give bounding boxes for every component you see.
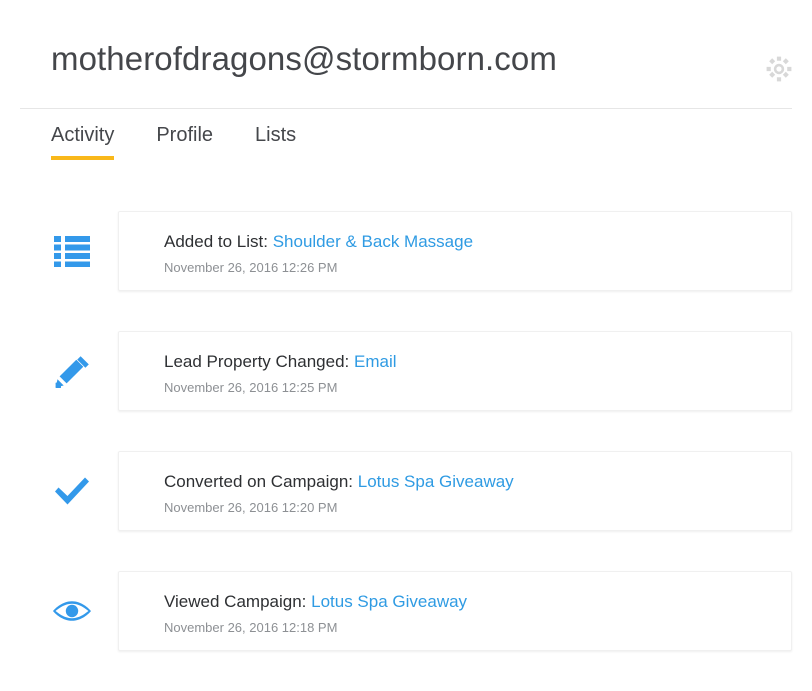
eye-icon: [48, 571, 96, 651]
activity-row: Converted on Campaign: Lotus Spa Giveawa…: [0, 451, 812, 531]
activity-label: Viewed Campaign:: [164, 592, 307, 611]
activity-card[interactable]: Added to List: Shoulder & Back Massage N…: [118, 211, 792, 291]
activity-row: Viewed Campaign: Lotus Spa Giveaway Nove…: [0, 571, 812, 651]
activity-link[interactable]: Shoulder & Back Massage: [273, 232, 473, 251]
activity-card[interactable]: Viewed Campaign: Lotus Spa Giveaway Nove…: [118, 571, 792, 651]
check-icon: [48, 451, 96, 531]
tab-profile[interactable]: Profile: [156, 124, 213, 160]
activity-headline: Viewed Campaign: Lotus Spa Giveaway: [164, 592, 467, 612]
activity-label: Added to List:: [164, 232, 268, 251]
tab-lists[interactable]: Lists: [255, 124, 296, 160]
lead-activity-page: motherofdragons@stormborn.com Activity P…: [0, 0, 812, 683]
activity-link[interactable]: Lotus Spa Giveaway: [358, 472, 514, 491]
activity-card[interactable]: Converted on Campaign: Lotus Spa Giveawa…: [118, 451, 792, 531]
activity-headline: Lead Property Changed: Email: [164, 352, 397, 372]
activity-headline: Converted on Campaign: Lotus Spa Giveawa…: [164, 472, 514, 492]
page-title: motherofdragons@stormborn.com: [51, 40, 557, 77]
tab-bar: Activity Profile Lists: [51, 124, 296, 160]
header-divider: [20, 108, 792, 109]
activity-link[interactable]: Email: [354, 352, 397, 371]
tab-lists-label: Lists: [255, 124, 297, 146]
pencil-icon: [48, 331, 96, 411]
activity-headline: Added to List: Shoulder & Back Massage: [164, 232, 473, 252]
activity-label: Converted on Campaign:: [164, 472, 354, 491]
list-icon: [48, 211, 96, 291]
gear-icon[interactable]: [765, 55, 793, 83]
activity-card[interactable]: Lead Property Changed: Email November 26…: [118, 331, 792, 411]
activity-timestamp: November 26, 2016 12:25 PM: [164, 380, 338, 395]
activity-feed: Added to List: Shoulder & Back Massage N…: [0, 211, 812, 691]
activity-timestamp: November 26, 2016 12:18 PM: [164, 620, 338, 635]
activity-timestamp: November 26, 2016 12:26 PM: [164, 260, 338, 275]
activity-label: Lead Property Changed:: [164, 352, 350, 371]
tab-activity-label: Activity: [51, 124, 115, 146]
activity-row: Lead Property Changed: Email November 26…: [0, 331, 812, 411]
activity-row: Added to List: Shoulder & Back Massage N…: [0, 211, 812, 291]
tab-profile-label: Profile: [156, 124, 214, 146]
activity-timestamp: November 26, 2016 12:20 PM: [164, 500, 338, 515]
activity-link[interactable]: Lotus Spa Giveaway: [311, 592, 467, 611]
page-header: motherofdragons@stormborn.com: [0, 0, 812, 108]
tab-activity[interactable]: Activity: [51, 124, 115, 160]
